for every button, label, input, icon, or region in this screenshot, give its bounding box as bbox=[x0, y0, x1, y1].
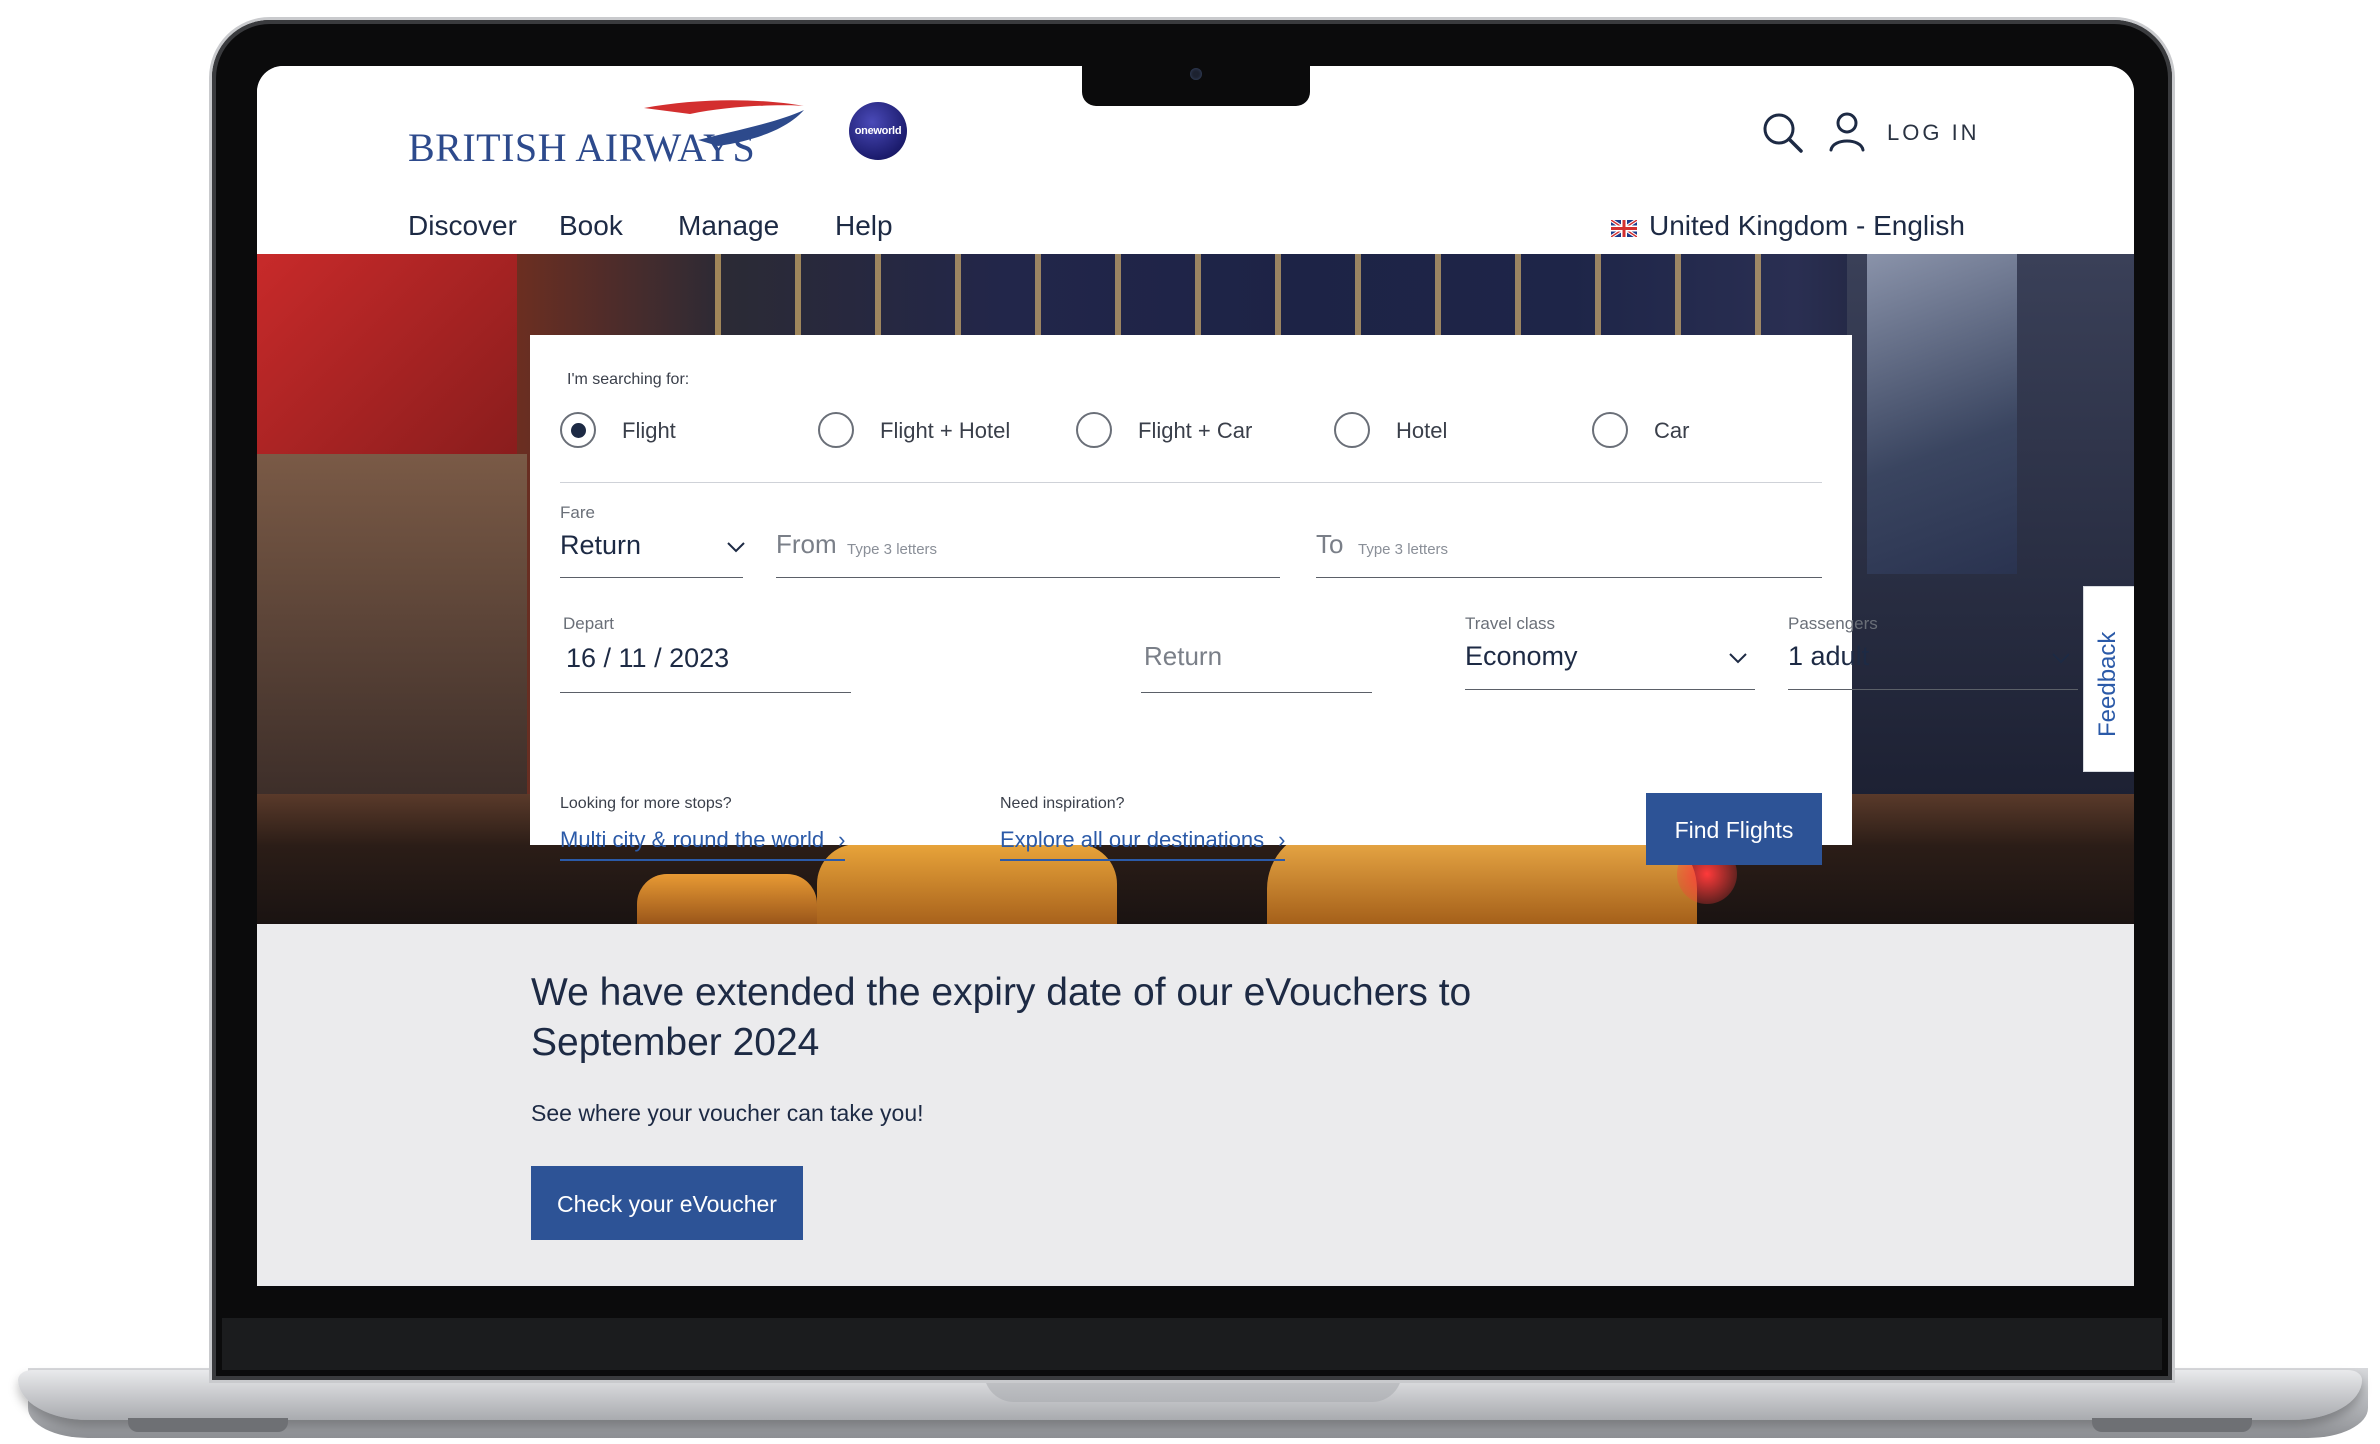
return-date-input[interactable]: Return bbox=[1144, 641, 1222, 672]
laptop-foot-left bbox=[128, 1418, 288, 1432]
radio-checked-icon[interactable] bbox=[560, 412, 596, 448]
nav-book[interactable]: Book bbox=[559, 210, 623, 242]
flight-search-form: I'm searching for: Flight Flight + Hotel… bbox=[530, 335, 2078, 865]
depart-date-input[interactable]: 16 / 11 / 2023 bbox=[566, 643, 729, 674]
radio-unchecked-icon[interactable] bbox=[1592, 412, 1628, 448]
hero-building-left bbox=[257, 454, 527, 814]
chevron-right-icon: › bbox=[1278, 827, 1286, 852]
check-evoucher-button[interactable]: Check your eVoucher bbox=[531, 1166, 803, 1240]
from-input[interactable]: From bbox=[776, 529, 837, 560]
radio-label: Flight + Car bbox=[1138, 418, 1253, 443]
laptop-bezel-bottom bbox=[222, 1318, 2162, 1370]
oneworld-badge: oneworld bbox=[849, 102, 907, 160]
user-icon[interactable] bbox=[1829, 112, 1865, 152]
nav-discover[interactable]: Discover bbox=[408, 210, 517, 242]
radio-unchecked-icon[interactable] bbox=[1334, 412, 1370, 448]
depart-underline bbox=[560, 692, 851, 693]
find-flights-button[interactable]: Find Flights bbox=[1646, 793, 1822, 865]
radio-unchecked-icon[interactable] bbox=[818, 412, 854, 448]
hero-taxi bbox=[637, 874, 817, 924]
hero-poster bbox=[1867, 254, 2017, 574]
multi-city-link-label: Multi city & round the world bbox=[560, 827, 825, 852]
promo-subtitle: See where your voucher can take you! bbox=[531, 1100, 924, 1126]
radio-unchecked-icon[interactable] bbox=[1076, 412, 1112, 448]
passengers-select[interactable]: 1 adult bbox=[1788, 641, 1869, 672]
camera-notch bbox=[1082, 64, 1310, 106]
return-underline bbox=[1141, 692, 1372, 693]
radio-label: Flight bbox=[622, 418, 676, 443]
fare-label: Fare bbox=[560, 503, 595, 522]
fare-underline bbox=[560, 577, 743, 578]
from-underline bbox=[776, 577, 1280, 578]
travel-class-label: Travel class bbox=[1465, 614, 1556, 633]
uk-flag-icon bbox=[1611, 220, 1637, 237]
explore-destinations-link[interactable]: Explore all our destinations › bbox=[1000, 827, 1286, 861]
feedback-label: Feedback bbox=[2094, 631, 2121, 737]
to-input[interactable]: To bbox=[1316, 529, 1343, 560]
more-stops-label: Looking for more stops? bbox=[560, 795, 732, 812]
passengers-label: Passengers bbox=[1788, 614, 1878, 633]
passengers-underline bbox=[1788, 689, 2078, 690]
promo-title: We have extended the expiry date of our … bbox=[531, 971, 1472, 1064]
camera-icon bbox=[1190, 68, 1202, 80]
travel-class-select[interactable]: Economy bbox=[1465, 641, 1578, 672]
explore-destinations-link-label: Explore all our destinations bbox=[1000, 827, 1265, 852]
hero-city-lights bbox=[677, 254, 1777, 344]
inspiration-label: Need inspiration? bbox=[1000, 795, 1125, 812]
depart-label: Depart bbox=[563, 614, 615, 633]
travel-class-underline bbox=[1465, 689, 1755, 690]
speedmarque-logo-icon bbox=[644, 100, 804, 146]
searching-for-label: I'm searching for: bbox=[567, 371, 690, 388]
nav-help[interactable]: Help bbox=[835, 210, 893, 242]
locale-selector[interactable]: United Kingdom - English bbox=[1649, 210, 1965, 242]
feedback-tab[interactable]: Feedback bbox=[2083, 586, 2134, 772]
chevron-down-icon[interactable] bbox=[1728, 651, 1748, 665]
promo-section: We have extended the expiry date of our … bbox=[257, 924, 2134, 1286]
to-underline bbox=[1316, 577, 1822, 578]
multi-city-link[interactable]: Multi city & round the world › bbox=[560, 827, 846, 861]
laptop-foot-right bbox=[2092, 1418, 2252, 1432]
radio-label: Car bbox=[1654, 418, 1690, 443]
chevron-down-icon[interactable] bbox=[2051, 651, 2071, 665]
from-hint: Type 3 letters bbox=[847, 541, 938, 558]
chevron-right-icon: › bbox=[838, 827, 846, 852]
browser-viewport: BRITISH AIRWAYS oneworld LOG IN Discover… bbox=[257, 66, 2134, 1286]
main-nav: Discover Book Manage Help United Kingdom… bbox=[257, 198, 2134, 254]
login-link[interactable]: LOG IN bbox=[1887, 120, 1980, 146]
radio-label: Hotel bbox=[1396, 418, 1448, 443]
to-hint: Type 3 letters bbox=[1358, 541, 1449, 558]
radio-label: Flight + Hotel bbox=[880, 418, 1011, 443]
chevron-down-icon[interactable] bbox=[726, 540, 746, 554]
fare-select[interactable]: Return bbox=[560, 530, 641, 561]
search-icon[interactable] bbox=[1761, 111, 1805, 155]
nav-manage[interactable]: Manage bbox=[678, 210, 779, 242]
search-type-radio-group: Flight Flight + Hotel Flight + Car Hotel… bbox=[560, 410, 1822, 483]
